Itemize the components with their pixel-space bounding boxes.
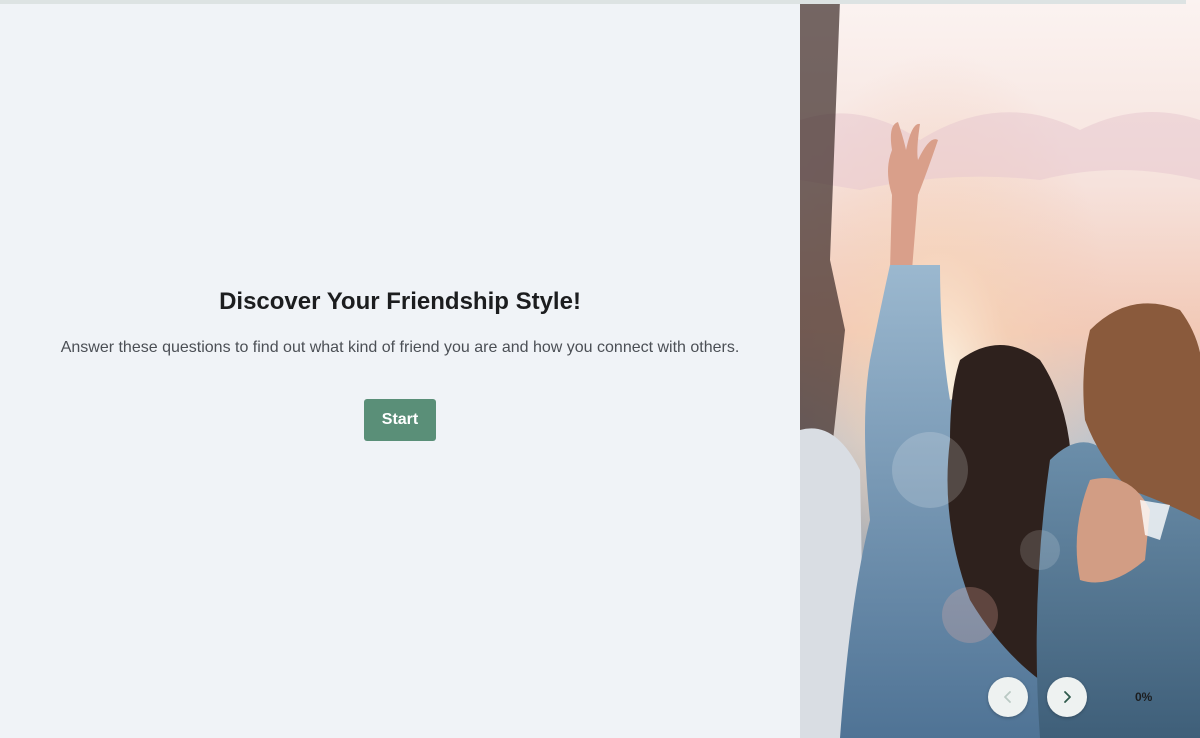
page-title: Discover Your Friendship Style! <box>219 288 581 315</box>
start-button[interactable]: Start <box>364 399 436 441</box>
chevron-left-icon <box>1004 691 1011 703</box>
intro-content: Discover Your Friendship Style! Answer t… <box>50 286 750 441</box>
progress-percent: 0% <box>1135 690 1153 704</box>
progress-bar <box>0 0 1186 4</box>
friends-photo <box>800 0 1200 738</box>
intro-description: Answer these questions to find out what … <box>60 339 740 356</box>
previous-button[interactable] <box>988 677 1028 717</box>
chevron-right-icon <box>1064 691 1071 703</box>
hero-image <box>800 0 1200 738</box>
intro-panel: Discover Your Friendship Style! Answer t… <box>0 0 800 738</box>
next-button[interactable] <box>1047 677 1087 717</box>
